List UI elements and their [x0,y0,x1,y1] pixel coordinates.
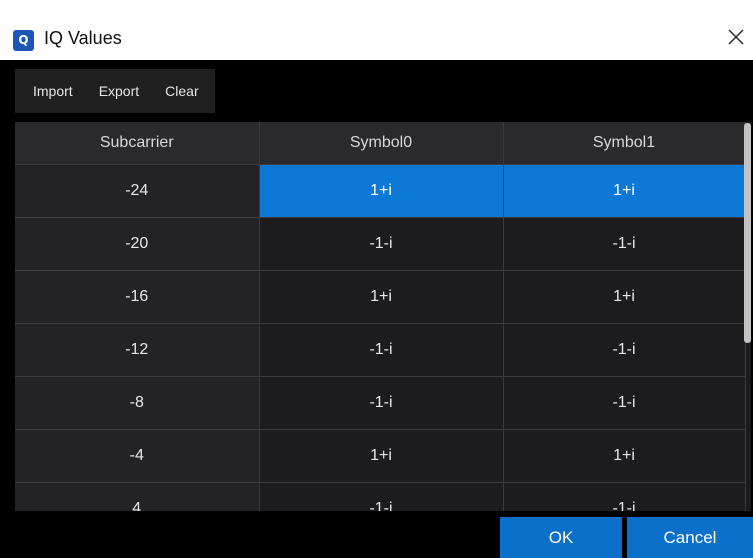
symbol1-cell[interactable]: -1-i [503,376,746,430]
symbol1-cell[interactable]: -1-i [503,323,746,377]
symbol1-cell[interactable]: -1-i [503,482,746,511]
symbol1-cell[interactable]: 1+i [503,270,746,324]
ok-button[interactable]: OK [500,517,622,558]
window-title: IQ Values [44,28,122,48]
symbol1-cell[interactable]: 1+i [503,429,746,483]
toolbar: Import Export Clear [15,69,215,113]
table-row[interactable]: -16 1+i 1+i [15,270,746,324]
column-header-symbol1[interactable]: Symbol1 [503,122,746,165]
table-row[interactable]: 4 -1-i -1-i [15,482,746,511]
close-button[interactable] [725,26,747,48]
subcarrier-cell[interactable]: 4 [15,482,260,511]
cancel-button[interactable]: Cancel [627,517,753,558]
app-logo-icon: Q [13,30,34,51]
table-row[interactable]: -24 1+i 1+i [15,164,746,218]
subcarrier-cell[interactable]: -16 [15,270,260,324]
column-header-symbol0[interactable]: Symbol0 [259,122,504,165]
symbol0-cell[interactable]: -1-i [259,482,504,511]
subcarrier-cell[interactable]: -8 [15,376,260,430]
symbol0-cell[interactable]: -1-i [259,323,504,377]
table-row[interactable]: -12 -1-i -1-i [15,323,746,377]
symbol0-cell[interactable]: 1+i [259,270,504,324]
iq-values-dialog: Q IQ Values Import Export Clear Subcarri… [0,0,753,558]
export-button[interactable]: Export [85,69,151,113]
iq-table-container: Subcarrier Symbol0 Symbol1 -24 1+i 1+i -… [15,122,751,511]
column-header-subcarrier[interactable]: Subcarrier [15,122,260,165]
vertical-scrollbar[interactable] [744,123,751,343]
table-row[interactable]: -20 -1-i -1-i [15,217,746,271]
symbol1-cell[interactable]: 1+i [503,164,746,218]
table-row[interactable]: -8 -1-i -1-i [15,376,746,430]
subcarrier-cell[interactable]: -24 [15,164,260,218]
symbol0-cell[interactable]: 1+i [259,164,504,218]
symbol0-cell[interactable]: -1-i [259,376,504,430]
import-button[interactable]: Import [15,69,85,113]
iq-values-table: Subcarrier Symbol0 Symbol1 -24 1+i 1+i -… [15,122,746,511]
symbol0-cell[interactable]: 1+i [259,429,504,483]
subcarrier-cell[interactable]: -20 [15,217,260,271]
table-row[interactable]: -4 1+i 1+i [15,429,746,483]
clear-button[interactable]: Clear [151,69,214,113]
close-icon [728,29,744,45]
table-header-row: Subcarrier Symbol0 Symbol1 [15,122,746,165]
subcarrier-cell[interactable]: -4 [15,429,260,483]
subcarrier-cell[interactable]: -12 [15,323,260,377]
title-bar: Q IQ Values [0,0,753,60]
symbol1-cell[interactable]: -1-i [503,217,746,271]
symbol0-cell[interactable]: -1-i [259,217,504,271]
